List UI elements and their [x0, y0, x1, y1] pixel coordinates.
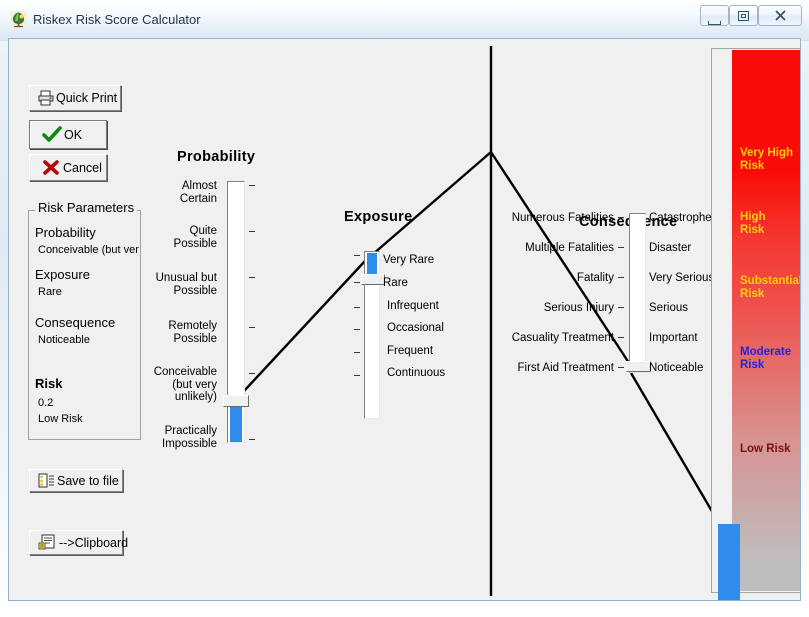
risk-band-high: High Risk	[740, 211, 766, 236]
cancel-button[interactable]: Cancel	[29, 154, 107, 181]
maximize-icon	[730, 6, 757, 25]
consequence-right-label-1: Disaster	[649, 242, 692, 254]
consequence-tick-3	[618, 307, 624, 308]
risk-band-very-high: Very High Risk	[740, 147, 794, 172]
save-to-file-label: Save to file	[57, 473, 119, 488]
minimize-button[interactable]	[700, 5, 729, 26]
rp-consequence-label: Consequence	[35, 315, 116, 330]
rp-risk-score: 0.2	[38, 397, 54, 409]
exposure-slider-thumb[interactable]	[361, 274, 385, 285]
probability-tick-5	[249, 439, 255, 440]
ok-button[interactable]: OK	[29, 120, 107, 149]
probability-slider-thumb[interactable]	[223, 395, 249, 407]
close-button[interactable]	[758, 5, 802, 26]
consequence-right-label-0: Catastrophe	[649, 212, 712, 224]
cross-icon	[39, 159, 63, 176]
exposure-tick-5	[354, 375, 360, 376]
rp-exposure-value: Rare	[38, 286, 62, 298]
clipboard-icon	[35, 534, 59, 551]
probability-slider-fill	[230, 405, 242, 442]
exposure-tick-0	[354, 255, 360, 256]
risk-score-indicator	[718, 524, 740, 600]
probability-label-4: Conceivable (but very unlikely)	[153, 366, 217, 403]
consequence-left-label-5: First Aid Treatment	[517, 362, 614, 374]
consequence-left-label-4: Casuality Treatment	[511, 332, 614, 344]
consequence-tick-4	[618, 337, 624, 338]
probability-label-2: Unusual but Possible	[155, 272, 217, 297]
close-icon	[759, 6, 801, 25]
probability-label-3: Remotely Possible	[168, 320, 217, 345]
consequence-tick-1	[618, 247, 624, 248]
consequence-left-label-3: Serious Injury	[543, 302, 614, 314]
consequence-right-label-5: Noticeable	[649, 362, 704, 374]
app-icon	[10, 11, 27, 28]
probability-label-5: Practically Impossible	[162, 425, 217, 450]
risk-band-low: Low Risk	[740, 443, 791, 455]
probability-tick-0	[249, 185, 255, 186]
probability-label-0: Almost Certain	[179, 180, 217, 205]
consequence-slider-thumb[interactable]	[626, 361, 651, 372]
rp-exposure-label: Exposure	[35, 267, 90, 282]
exposure-tick-2	[354, 307, 360, 308]
risk-colour-bar	[732, 50, 800, 591]
probability-tick-2	[249, 277, 255, 278]
save-to-file-button[interactable]: Save to file	[29, 469, 123, 492]
probability-tick-3	[249, 327, 255, 328]
consequence-left-label-2: Fatality	[576, 272, 614, 284]
consequence-right-label-3: Serious	[649, 302, 688, 314]
consequence-tick-5	[618, 367, 624, 368]
minimize-icon	[701, 6, 728, 29]
save-file-icon	[35, 473, 57, 488]
consequence-tick-0	[618, 217, 624, 218]
exposure-label-0: Very Rare	[383, 254, 435, 266]
exposure-title: Exposure	[344, 209, 413, 225]
consequence-slider-track[interactable]	[629, 213, 646, 373]
copy-to-clipboard-button[interactable]: -->Clipboard	[29, 530, 128, 555]
consequence-left-label-1: Multiple Fatalities	[525, 242, 614, 254]
clipboard-label: -->Clipboard	[59, 535, 129, 550]
window-title: Riskex Risk Score Calculator	[33, 12, 201, 27]
exposure-label-3: Occasional	[387, 322, 444, 334]
printer-icon	[36, 90, 56, 106]
maximize-button[interactable]	[729, 5, 758, 26]
probability-label-1: Quite Possible	[173, 225, 217, 250]
rp-risk-band: Low Risk	[38, 413, 83, 425]
rp-probability-label: Probability	[35, 225, 96, 240]
probability-tick-1	[249, 231, 255, 232]
title-bar[interactable]: Riskex Risk Score Calculator	[0, 0, 809, 38]
consequence-left-label-0: Numerous Fatalities	[511, 212, 614, 224]
exposure-label-1: Rare	[383, 277, 408, 289]
client-area: Quick Print OK Cancel Save to file -->Cl…	[8, 38, 801, 601]
probability-title: Probability	[177, 149, 256, 165]
cancel-label: Cancel	[63, 160, 102, 175]
exposure-tick-4	[354, 352, 360, 353]
consequence-tick-2	[618, 277, 624, 278]
check-icon	[40, 126, 64, 143]
app-window: Riskex Risk Score Calculator Quick Print…	[0, 0, 809, 617]
risk-band-substantial: Substantial Risk	[740, 275, 801, 300]
consequence-right-label-4: Important	[649, 332, 698, 344]
probability-tick-4	[249, 373, 255, 374]
ok-label: OK	[64, 127, 83, 142]
exposure-label-4: Frequent	[387, 345, 434, 357]
exposure-tick-3	[354, 329, 360, 330]
rp-risk-label: Risk	[35, 376, 63, 391]
quick-print-button[interactable]: Quick Print	[29, 85, 121, 111]
consequence-right-label-2: Very Serious	[649, 272, 715, 284]
exposure-label-2: Infrequent	[387, 300, 439, 312]
exposure-label-5: Continuous	[387, 367, 446, 379]
rp-consequence-value: Noticeable	[38, 334, 90, 346]
risk-band-moderate: Moderate Risk	[740, 346, 792, 371]
exposure-tick-1	[354, 282, 360, 283]
quick-print-label: Quick Print	[56, 91, 118, 105]
